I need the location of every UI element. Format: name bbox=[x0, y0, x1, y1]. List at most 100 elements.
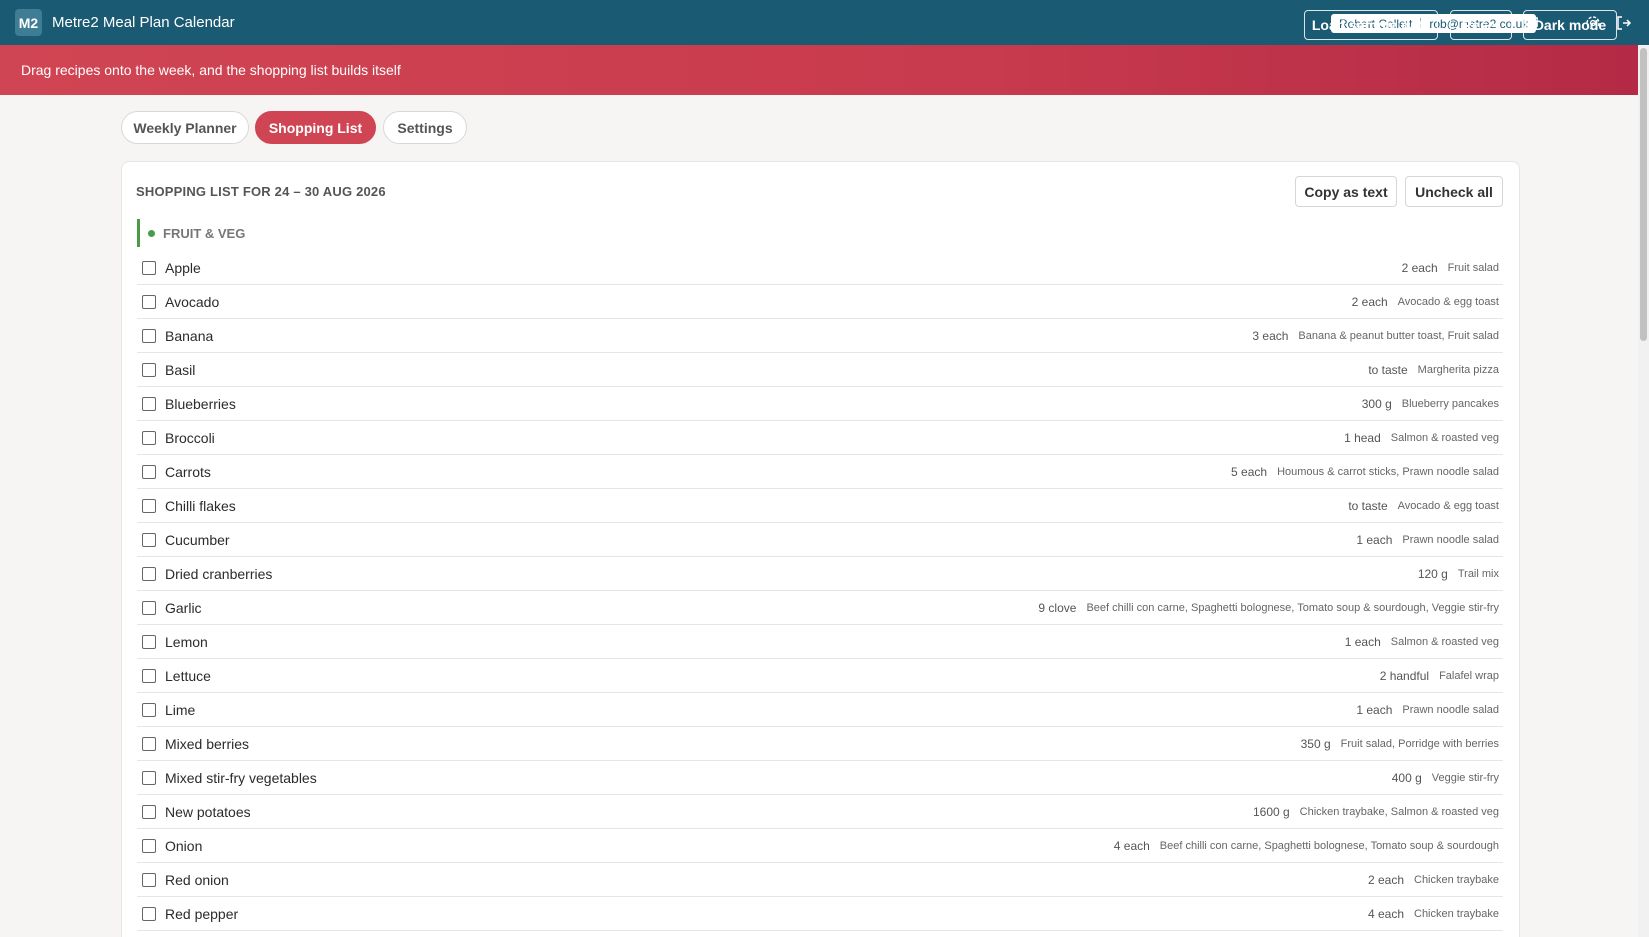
item-checkbox[interactable] bbox=[142, 430, 156, 445]
list-item[interactable]: Carrots 5 each Houmous & carrot sticks, Pr… bbox=[137, 455, 1503, 489]
item-recipes: Chicken traybake bbox=[1414, 908, 1499, 920]
item-details: 1 head Salmon & roasted veg bbox=[1344, 421, 1499, 455]
item-details: 300 g Blueberry pancakes bbox=[1362, 387, 1499, 421]
item-name: Mixed berries bbox=[165, 735, 250, 752]
item-checkbox[interactable] bbox=[142, 566, 156, 581]
item-details: 120 g Trail mix bbox=[1418, 557, 1499, 591]
item-checkbox[interactable] bbox=[142, 702, 156, 717]
item-checkbox[interactable] bbox=[142, 736, 156, 751]
item-name: Banana bbox=[165, 327, 214, 344]
dark-mode-button[interactable]: Dark mode bbox=[1523, 10, 1617, 40]
list-item[interactable]: Basil to taste Margherita pizza bbox=[137, 353, 1503, 387]
item-quantity: 120 g bbox=[1417, 567, 1448, 581]
item-name: Carrots bbox=[165, 463, 211, 480]
item-checkbox[interactable] bbox=[142, 328, 156, 343]
item-recipes: Prawn noodle salad bbox=[1402, 534, 1499, 546]
item-recipes: Beef chilli con carne, Spaghetti bologne… bbox=[1159, 840, 1499, 852]
item-name: Basil bbox=[165, 361, 196, 378]
item-name: Lettuce bbox=[165, 667, 211, 684]
item-name: Red onion bbox=[165, 871, 229, 888]
list-item[interactable]: Lemon 1 each Salmon & roasted veg bbox=[137, 625, 1503, 659]
tab-weekly-planner[interactable]: Weekly Planner bbox=[121, 111, 249, 144]
item-details: 1 each Prawn noodle salad bbox=[1356, 523, 1499, 557]
item-checkbox[interactable] bbox=[142, 770, 156, 785]
item-checkbox[interactable] bbox=[142, 532, 156, 547]
item-checkbox[interactable] bbox=[142, 600, 156, 615]
item-quantity: to taste bbox=[1368, 363, 1408, 377]
item-checkbox[interactable] bbox=[142, 668, 156, 683]
list-item[interactable]: Avocado 2 each Avocado & egg toast bbox=[137, 285, 1503, 319]
item-quantity: 1600 g bbox=[1252, 805, 1290, 819]
item-name: Avocado bbox=[165, 293, 220, 310]
item-name: Dried cranberries bbox=[165, 565, 273, 582]
list-item[interactable]: Apple 2 each Fruit salad bbox=[137, 251, 1503, 285]
item-checkbox[interactable] bbox=[142, 872, 156, 887]
item-checkbox[interactable] bbox=[142, 260, 156, 275]
tab-settings[interactable]: Settings bbox=[383, 111, 467, 144]
list-item[interactable]: Dried cranberries 120 g Trail mix bbox=[137, 557, 1503, 591]
list-item[interactable]: Red pepper 4 each Chicken traybake bbox=[137, 897, 1503, 931]
list-item[interactable]: Mixed berries 350 g Fruit salad, Porridge … bbox=[137, 727, 1503, 761]
list-item[interactable]: New potatoes 1600 g Chicken traybake, Salm… bbox=[137, 795, 1503, 829]
item-quantity: 300 g bbox=[1361, 397, 1392, 411]
item-quantity: 4 each bbox=[1367, 907, 1404, 921]
item-details: 1 each Salmon & roasted veg bbox=[1345, 625, 1499, 659]
copy-as-text-button[interactable]: Copy as text bbox=[1295, 176, 1397, 207]
list-item[interactable]: Onion 4 each Beef chilli con carne, Spaghe… bbox=[137, 829, 1503, 863]
item-recipes: Falafel wrap bbox=[1439, 670, 1499, 682]
item-quantity: 1 each bbox=[1356, 703, 1393, 717]
item-details: 5 each Houmous & carrot sticks, Prawn noo… bbox=[1231, 455, 1499, 489]
list-item[interactable]: Red onion 2 each Chicken traybake bbox=[137, 863, 1503, 897]
item-details: 350 g Fruit salad, Porridge with berries bbox=[1301, 727, 1499, 761]
list-item[interactable]: Garlic 9 clove Beef chilli con carne, Spag… bbox=[137, 591, 1503, 625]
item-name: Chilli flakes bbox=[165, 497, 236, 514]
item-recipes: Chicken traybake, Salmon & roasted veg bbox=[1299, 806, 1499, 818]
item-checkbox[interactable] bbox=[142, 634, 156, 649]
item-checkbox[interactable] bbox=[142, 464, 156, 479]
app-title: Metre2 Meal Plan Calendar bbox=[52, 14, 235, 31]
item-checkbox[interactable] bbox=[142, 838, 156, 853]
item-details: 2 each Chicken traybake bbox=[1368, 863, 1499, 897]
item-checkbox[interactable] bbox=[142, 294, 156, 309]
list-item[interactable]: Blueberries 300 g Blueberry pancakes bbox=[137, 387, 1503, 421]
item-checkbox[interactable] bbox=[142, 804, 156, 819]
list-item[interactable]: Lime 1 each Prawn noodle salad bbox=[137, 693, 1503, 727]
scrollbar-thumb[interactable] bbox=[1640, 48, 1647, 341]
item-recipes: Margherita pizza bbox=[1417, 364, 1499, 376]
item-details: to taste Avocado & egg toast bbox=[1348, 489, 1499, 523]
item-checkbox[interactable] bbox=[142, 498, 156, 513]
item-details: 1600 g Chicken traybake, Salmon & roasted… bbox=[1253, 795, 1499, 829]
item-checkbox[interactable] bbox=[142, 396, 156, 411]
logout-icon[interactable] bbox=[1615, 14, 1633, 32]
item-details: 9 clove Beef chilli con carne, Spaghetti … bbox=[1038, 591, 1499, 625]
item-quantity: 2 handful bbox=[1379, 669, 1430, 683]
item-checkbox[interactable] bbox=[142, 362, 156, 377]
item-name: Apple bbox=[165, 259, 201, 276]
item-recipes: Salmon & roasted veg bbox=[1390, 636, 1499, 648]
app-logo: M2 bbox=[15, 9, 42, 36]
category-header: FRUIT & VEG bbox=[137, 219, 437, 247]
item-recipes: Blueberry pancakes bbox=[1401, 398, 1499, 410]
list-item[interactable]: Broccoli 1 head Salmon & roasted veg bbox=[137, 421, 1503, 455]
list-item[interactable]: Mixed stir-fry vegetables 400 g Veggie sti… bbox=[137, 761, 1503, 795]
list-item[interactable]: Lettuce 2 handful Falafel wrap bbox=[137, 659, 1503, 693]
load-sample-data-button[interactable]: Load sample data bbox=[1304, 10, 1438, 40]
uncheck-all-button[interactable]: Uncheck all bbox=[1405, 176, 1503, 207]
item-recipes: Prawn noodle salad bbox=[1402, 704, 1499, 716]
item-quantity: 1 each bbox=[1344, 635, 1381, 649]
banner-text: Drag recipes onto the week, and the shop… bbox=[21, 62, 401, 78]
item-checkbox[interactable] bbox=[142, 906, 156, 921]
item-quantity: 400 g bbox=[1391, 771, 1422, 785]
item-quantity: 2 each bbox=[1401, 261, 1438, 275]
item-name: Garlic bbox=[165, 599, 202, 616]
item-quantity: 5 each bbox=[1231, 465, 1268, 479]
tab-shopping-list[interactable]: Shopping List bbox=[255, 111, 376, 144]
reset-button[interactable]: Reset bbox=[1450, 10, 1512, 40]
item-name: New potatoes bbox=[165, 803, 251, 820]
list-item[interactable]: Cucumber 1 each Prawn noodle salad bbox=[137, 523, 1503, 557]
item-quantity: 2 each bbox=[1351, 295, 1388, 309]
list-item[interactable]: Banana 3 each Banana & peanut butter toast… bbox=[137, 319, 1503, 353]
item-details: 3 each Banana & peanut butter toast, Frui… bbox=[1252, 319, 1499, 353]
item-recipes: Avocado & egg toast bbox=[1397, 296, 1499, 308]
list-item[interactable]: Chilli flakes to taste Avocado & egg toast bbox=[137, 489, 1503, 523]
